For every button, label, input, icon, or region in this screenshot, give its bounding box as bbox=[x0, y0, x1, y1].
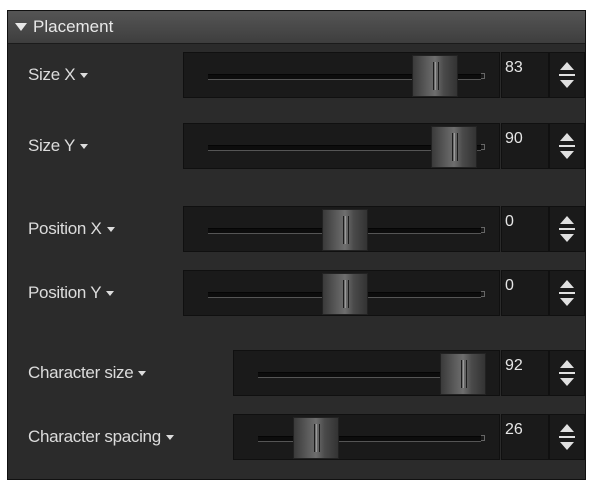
spin-divider bbox=[559, 145, 575, 147]
chevron-down-icon bbox=[80, 144, 89, 150]
position-y-spinner[interactable] bbox=[549, 270, 585, 316]
size-x-value[interactable]: 83 bbox=[501, 52, 549, 98]
character-spacing-slider[interactable] bbox=[233, 414, 500, 460]
chevron-down-icon bbox=[106, 291, 115, 297]
slider-thumb[interactable] bbox=[292, 417, 339, 459]
chevron-down-icon bbox=[165, 435, 174, 441]
character-size-label[interactable]: Character size bbox=[28, 350, 147, 396]
position-x-slider[interactable] bbox=[183, 206, 500, 252]
position-x-spinner[interactable] bbox=[549, 206, 585, 252]
chevron-down-icon bbox=[106, 227, 115, 233]
spin-up-icon[interactable] bbox=[560, 280, 574, 288]
size-x-spinner[interactable] bbox=[549, 52, 585, 98]
slider-thumb[interactable] bbox=[440, 353, 487, 395]
character-size-slider[interactable] bbox=[233, 350, 500, 396]
character-size-value[interactable]: 92 bbox=[501, 350, 549, 396]
spin-divider bbox=[559, 228, 575, 230]
slider-track bbox=[258, 436, 481, 442]
slider-track-end bbox=[481, 144, 485, 150]
size-x-label[interactable]: Size X bbox=[28, 52, 89, 98]
spin-down-icon[interactable] bbox=[560, 151, 574, 159]
spin-up-icon[interactable] bbox=[560, 216, 574, 224]
collapse-triangle-icon[interactable] bbox=[15, 23, 27, 31]
size-y-slider[interactable] bbox=[183, 123, 500, 169]
chevron-down-icon bbox=[80, 73, 89, 79]
slider-track-end bbox=[481, 227, 485, 233]
size-x-slider[interactable] bbox=[183, 52, 500, 98]
placement-panel: Placement Size X 83 Size Y 90 Position X… bbox=[7, 10, 586, 480]
spin-down-icon[interactable] bbox=[560, 80, 574, 88]
panel-header[interactable]: Placement bbox=[8, 11, 585, 44]
spin-divider bbox=[559, 292, 575, 294]
size-y-value[interactable]: 90 bbox=[501, 123, 549, 169]
spin-down-icon[interactable] bbox=[560, 378, 574, 386]
slider-track-end bbox=[481, 435, 485, 441]
position-x-value[interactable]: 0 bbox=[501, 206, 549, 252]
spin-up-icon[interactable] bbox=[560, 360, 574, 368]
size-y-row: Size Y 90 bbox=[8, 123, 585, 169]
position-y-value[interactable]: 0 bbox=[501, 270, 549, 316]
spin-up-icon[interactable] bbox=[560, 62, 574, 70]
slider-thumb[interactable] bbox=[430, 126, 477, 168]
spin-down-icon[interactable] bbox=[560, 442, 574, 450]
chevron-down-icon bbox=[138, 371, 147, 377]
spin-divider bbox=[559, 436, 575, 438]
size-y-label[interactable]: Size Y bbox=[28, 123, 89, 169]
spin-divider bbox=[559, 74, 575, 76]
position-x-label[interactable]: Position X bbox=[28, 206, 115, 252]
slider-thumb[interactable] bbox=[321, 209, 368, 251]
position-y-label[interactable]: Position Y bbox=[28, 270, 115, 316]
character-spacing-label[interactable]: Character spacing bbox=[28, 414, 174, 460]
character-spacing-spinner[interactable] bbox=[549, 414, 585, 460]
size-x-row: Size X 83 bbox=[8, 52, 585, 98]
position-y-slider[interactable] bbox=[183, 270, 500, 316]
position-x-row: Position X 0 bbox=[8, 206, 585, 252]
character-spacing-row: Character spacing 26 bbox=[8, 414, 585, 460]
spin-down-icon[interactable] bbox=[560, 298, 574, 306]
spin-up-icon[interactable] bbox=[560, 133, 574, 141]
spin-down-icon[interactable] bbox=[560, 234, 574, 242]
character-spacing-value[interactable]: 26 bbox=[501, 414, 549, 460]
character-size-row: Character size 92 bbox=[8, 350, 585, 396]
slider-track-end bbox=[481, 291, 485, 297]
position-y-row: Position Y 0 bbox=[8, 270, 585, 316]
spin-up-icon[interactable] bbox=[560, 424, 574, 432]
slider-thumb[interactable] bbox=[321, 273, 368, 315]
slider-thumb[interactable] bbox=[411, 55, 458, 97]
slider-track-end bbox=[481, 73, 485, 79]
size-y-spinner[interactable] bbox=[549, 123, 585, 169]
panel-title: Placement bbox=[33, 17, 114, 36]
character-size-spinner[interactable] bbox=[549, 350, 585, 396]
spin-divider bbox=[559, 372, 575, 374]
